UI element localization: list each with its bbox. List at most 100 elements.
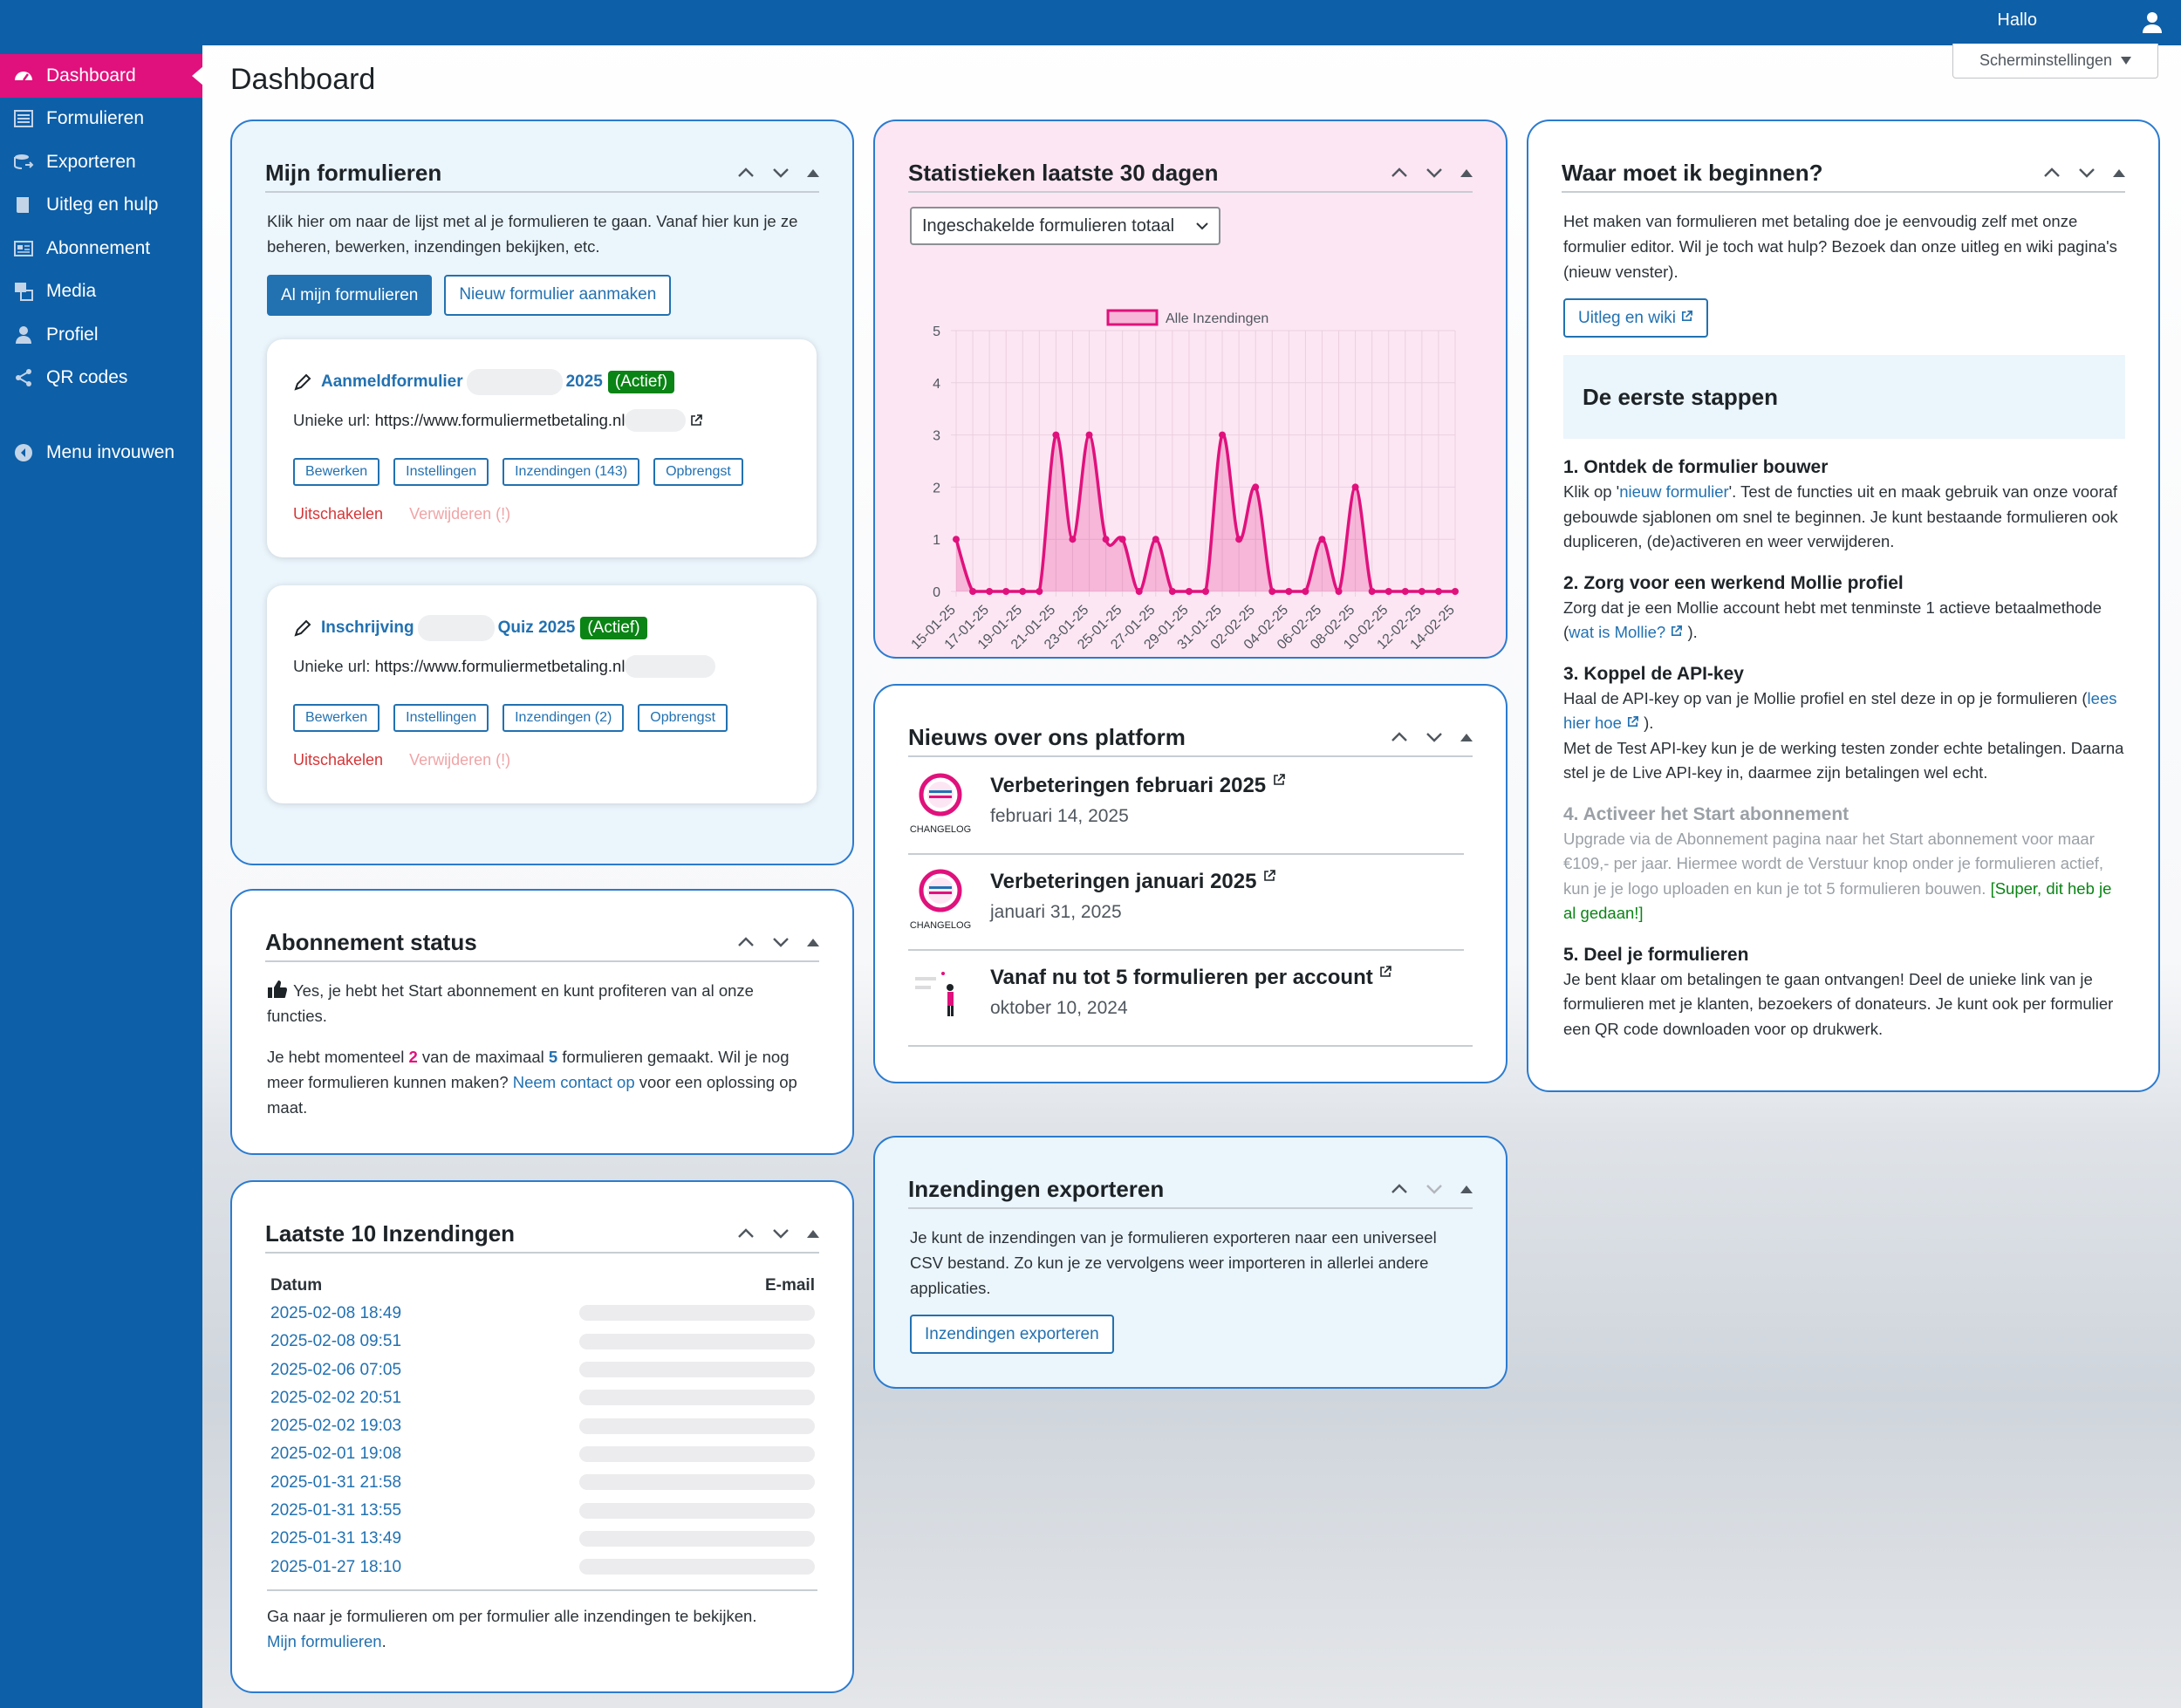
sidebar-item-abonnement[interactable]: Abonnement xyxy=(0,227,202,270)
url-label: Unieke url: xyxy=(293,657,371,675)
table-row: 2025-01-31 13:49 xyxy=(267,1525,818,1553)
news-item[interactable]: CHANGELOG Verbeteringen januari 2025 jan… xyxy=(908,855,1464,951)
toggle-panel-icon[interactable] xyxy=(807,1229,819,1238)
legend-swatch xyxy=(1106,309,1159,326)
widget-title: Waar moet ik beginnen? xyxy=(1562,159,1823,186)
submissions-button[interactable]: Inzendingen (2) xyxy=(503,704,625,732)
sidebar-item-uitleg[interactable]: Uitleg en hulp xyxy=(0,184,202,228)
move-up-icon[interactable] xyxy=(737,1228,755,1239)
submissions-button[interactable]: Inzendingen (143) xyxy=(503,458,640,486)
move-up-icon[interactable] xyxy=(1391,167,1408,178)
submission-date-link[interactable]: 2025-02-08 18:49 xyxy=(270,1304,401,1322)
disable-link[interactable]: Uitschakelen xyxy=(293,751,383,769)
news-title[interactable]: Verbeteringen februari 2025 xyxy=(990,773,1286,798)
user-avatar-icon[interactable] xyxy=(2139,9,2165,35)
form-name-suffix[interactable]: Quiz 2025 xyxy=(498,618,576,638)
text-part: Je hebt momenteel xyxy=(267,1048,409,1066)
settings-button[interactable]: Instellingen xyxy=(393,704,489,732)
submission-date-link[interactable]: 2025-02-02 19:03 xyxy=(270,1417,401,1435)
delete-link[interactable]: Verwijderen (!) xyxy=(409,505,510,523)
news-item[interactable]: Vanaf nu tot 5 formulieren per account o… xyxy=(908,951,1473,1047)
new-form-button[interactable]: Nieuw formulier aanmaken xyxy=(444,275,672,316)
all-forms-button[interactable]: Al mijn formulieren xyxy=(267,275,433,316)
y-tick-label: 3 xyxy=(933,429,940,444)
guide-wiki-button[interactable]: Uitleg en wiki xyxy=(1563,298,1709,338)
submission-date-link[interactable]: 2025-02-08 09:51 xyxy=(270,1332,401,1350)
data-point xyxy=(1135,588,1143,595)
external-link-icon xyxy=(1380,966,1392,977)
move-up-icon[interactable] xyxy=(737,167,755,178)
form-name-suffix[interactable]: 2025 xyxy=(566,372,603,392)
toggle-panel-icon[interactable] xyxy=(2113,168,2125,177)
toggle-panel-icon[interactable] xyxy=(1460,733,1473,741)
submission-date-link[interactable]: 2025-01-31 13:55 xyxy=(270,1501,401,1520)
form-name-link[interactable]: Inschrijving xyxy=(321,618,414,638)
move-up-icon[interactable] xyxy=(737,937,755,947)
screen-options-button[interactable]: Scherminstellingen xyxy=(1952,44,2158,79)
export-submissions-button[interactable]: Inzendingen exporteren xyxy=(910,1315,1114,1354)
table-row: 2025-02-08 09:51 xyxy=(267,1328,818,1356)
sidebar-item-label: Uitleg en hulp xyxy=(46,195,159,215)
form-url-link[interactable]: https://www.formuliermetbetaling.nl xyxy=(375,657,626,676)
move-down-icon[interactable] xyxy=(1426,167,1443,178)
contact-link[interactable]: Neem contact op xyxy=(513,1073,635,1091)
text-part: van de maximaal xyxy=(417,1048,549,1066)
move-up-icon[interactable] xyxy=(1391,732,1408,742)
my-forms-link[interactable]: Mijn formulieren xyxy=(267,1632,382,1650)
move-up-icon[interactable] xyxy=(1391,1184,1408,1194)
submission-date-link[interactable]: 2025-02-01 19:08 xyxy=(270,1445,401,1463)
submission-date-link[interactable]: 2025-01-31 13:49 xyxy=(270,1529,401,1547)
move-down-icon[interactable] xyxy=(772,1228,790,1239)
what-is-mollie-link[interactable]: wat is Mollie? xyxy=(1569,623,1665,641)
toggle-panel-icon[interactable] xyxy=(807,938,819,946)
form-name-link[interactable]: Aanmeldformulier xyxy=(321,372,463,392)
submission-date-link[interactable]: 2025-02-02 20:51 xyxy=(270,1389,401,1407)
data-point xyxy=(1351,483,1359,491)
sidebar-item-exporteren[interactable]: Exporteren xyxy=(0,140,202,184)
data-point xyxy=(953,536,960,543)
form-filter-select[interactable]: Ingeschakelde formulieren totaal xyxy=(910,207,1220,245)
toggle-panel-icon[interactable] xyxy=(807,168,819,177)
form-url-link[interactable]: https://www.formuliermetbetaling.nl xyxy=(375,411,626,430)
settings-button[interactable]: Instellingen xyxy=(393,458,489,486)
news-title[interactable]: Vanaf nu tot 5 formulieren per account xyxy=(990,965,1392,990)
move-up-icon[interactable] xyxy=(2043,167,2061,178)
toggle-panel-icon[interactable] xyxy=(1460,1185,1473,1193)
revenue-button[interactable]: Opbrengst xyxy=(638,704,728,732)
submission-date-link[interactable]: 2025-02-06 07:05 xyxy=(270,1361,401,1379)
disable-link[interactable]: Uitschakelen xyxy=(293,505,383,523)
move-down-icon[interactable] xyxy=(772,167,790,178)
redacted-email xyxy=(579,1333,815,1349)
move-down-icon[interactable] xyxy=(2078,167,2096,178)
move-down-icon[interactable] xyxy=(772,937,790,947)
submission-date-link[interactable]: 2025-01-31 21:58 xyxy=(270,1473,401,1492)
subscription-status-widget: Abonnement status Yes, je hebt het Start… xyxy=(230,889,854,1155)
collapse-menu-button[interactable]: Menu invouwen xyxy=(0,431,202,475)
toggle-panel-icon[interactable] xyxy=(1460,168,1473,177)
legend-label: Alle Inzendingen xyxy=(1166,311,1268,326)
subscription-link[interactable]: Abonnement xyxy=(1677,830,1768,848)
sidebar-item-qr-codes[interactable]: QR codes xyxy=(0,357,202,400)
move-down-icon[interactable] xyxy=(1426,1184,1443,1194)
sidebar-item-media[interactable]: Media xyxy=(0,270,202,314)
news-item[interactable]: CHANGELOG Verbeteringen februari 2025 fe… xyxy=(908,759,1464,855)
edit-button[interactable]: Bewerken xyxy=(293,458,380,486)
table-row: 2025-01-31 21:58 xyxy=(267,1468,818,1496)
submission-date-link[interactable]: 2025-01-27 18:10 xyxy=(270,1558,401,1576)
sidebar-item-profiel[interactable]: Profiel xyxy=(0,313,202,357)
edit-button[interactable]: Bewerken xyxy=(293,704,380,732)
greeting-text[interactable]: Hallo xyxy=(1997,10,2037,31)
widget-title: Statistieken laatste 30 dagen xyxy=(908,159,1219,186)
delete-link[interactable]: Verwijderen (!) xyxy=(409,751,510,769)
move-down-icon[interactable] xyxy=(1426,732,1443,742)
widget-title: Abonnement status xyxy=(265,928,477,955)
current-form-count: 2 xyxy=(408,1048,418,1066)
revenue-button[interactable]: Opbrengst xyxy=(653,458,743,486)
news-title[interactable]: Verbeteringen januari 2025 xyxy=(990,869,1276,894)
sidebar-item-formulieren[interactable]: Formulieren xyxy=(0,98,202,141)
widget-header: Mijn formulieren xyxy=(265,154,819,193)
new-form-link[interactable]: nieuw formulier xyxy=(1619,482,1728,501)
external-link-icon[interactable] xyxy=(689,413,703,427)
sidebar-item-dashboard[interactable]: Dashboard xyxy=(0,54,203,98)
step-text: Je bent klaar om betalingen te gaan ontv… xyxy=(1563,969,2114,1038)
